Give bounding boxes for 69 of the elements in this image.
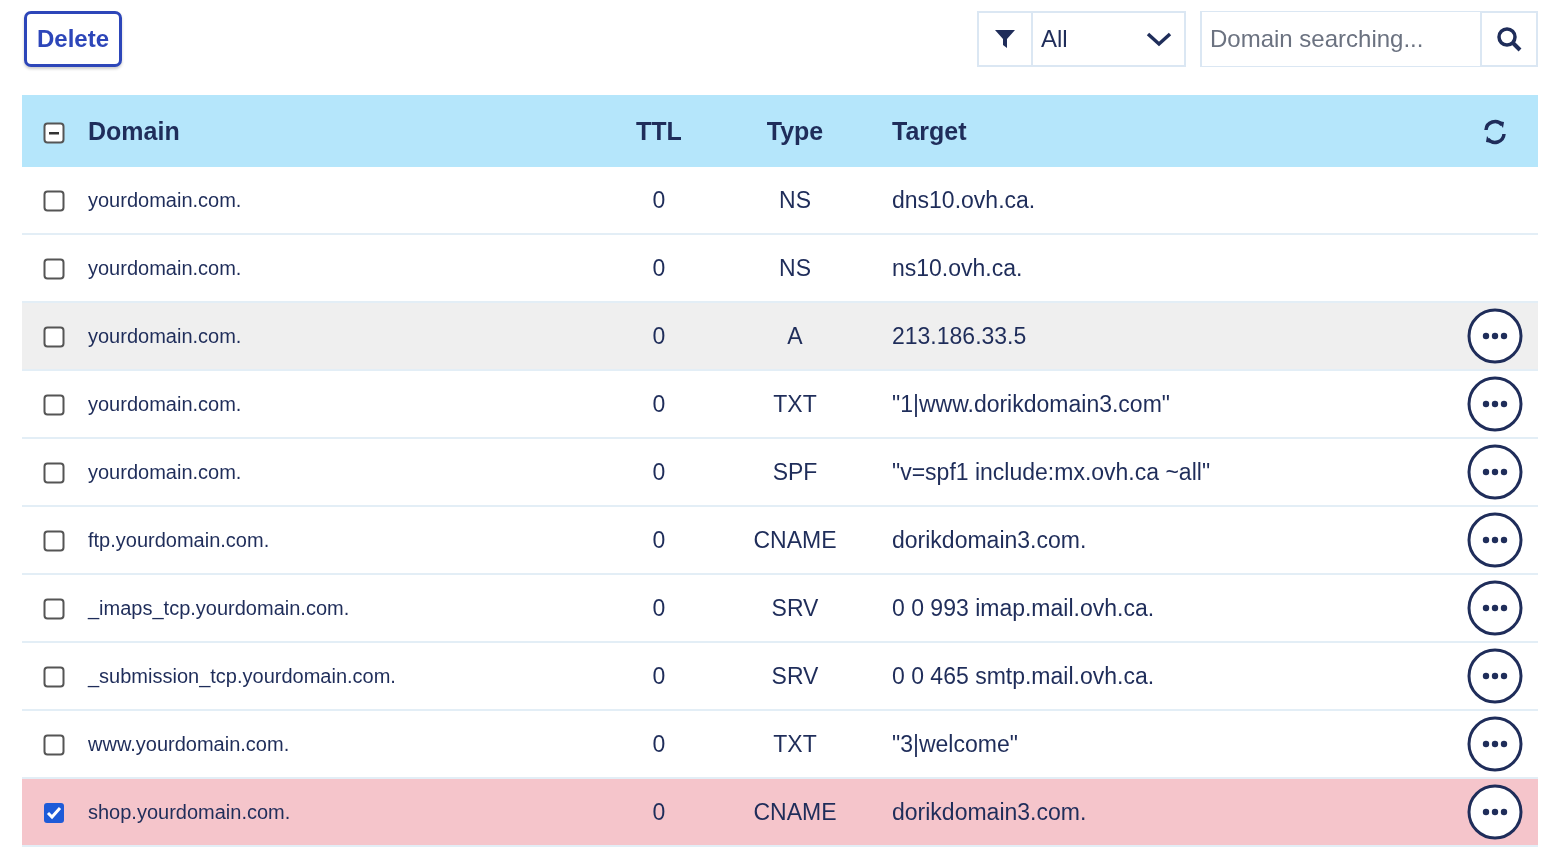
filter-dropdown[interactable]: All — [977, 10, 1186, 67]
select-all-checkbox[interactable] — [43, 121, 65, 144]
row-checkbox[interactable] — [43, 393, 65, 416]
ttl-cell: 0 — [652, 730, 666, 757]
target-cell: "v=spf1 include:mx.ovh.ca ~all" — [892, 458, 1211, 485]
domain-cell: shop.yourdomain.com. — [88, 800, 291, 823]
type-cell: CNAME — [753, 526, 837, 553]
search-icon[interactable] — [1496, 25, 1522, 52]
type-cell: TXT — [773, 730, 817, 757]
type-cell: SRV — [771, 662, 819, 689]
ttl-cell: 0 — [652, 594, 666, 621]
more-options-button[interactable] — [1467, 512, 1523, 568]
row-checkbox[interactable] — [43, 257, 65, 280]
row-checkbox[interactable] — [43, 597, 65, 620]
row-checkbox[interactable] — [43, 325, 65, 348]
column-header: Type — [766, 116, 824, 145]
target-cell: "1|www.dorikdomain3.com" — [892, 390, 1170, 417]
row-checkbox[interactable] — [43, 733, 65, 756]
type-cell: NS — [779, 186, 811, 213]
ttl-cell: 0 — [652, 322, 666, 349]
more-options-button[interactable] — [1467, 444, 1523, 500]
domain-cell: yourdomain.com. — [88, 460, 242, 483]
type-cell: SPF — [772, 458, 818, 485]
row-checkbox[interactable] — [43, 189, 65, 212]
search-field[interactable]: Domain searching... — [1200, 10, 1538, 67]
row-checkbox[interactable] — [43, 801, 65, 824]
more-options-button[interactable] — [1467, 784, 1523, 840]
row-checkbox[interactable] — [43, 529, 65, 552]
chevron-down-icon — [1146, 30, 1172, 47]
type-cell: TXT — [773, 390, 817, 417]
ttl-cell: 0 — [652, 662, 666, 689]
target-cell: ns10.ovh.ca. — [892, 254, 1023, 281]
domain-cell: ftp.yourdomain.com. — [88, 528, 270, 551]
target-cell: dorikdomain3.com. — [892, 798, 1087, 825]
type-cell: NS — [779, 254, 811, 281]
refresh-icon[interactable] — [1481, 118, 1509, 147]
domain-cell: yourdomain.com. — [88, 324, 242, 347]
target-cell: 0 0 465 smtp.mail.ovh.ca. — [892, 662, 1155, 689]
domain-cell: yourdomain.com. — [88, 188, 242, 211]
more-options-button[interactable] — [1467, 648, 1523, 704]
ttl-cell: 0 — [652, 254, 666, 281]
type-cell: CNAME — [753, 798, 837, 825]
column-header: Target — [892, 116, 967, 145]
target-cell: 213.186.33.5 — [892, 322, 1027, 349]
row-checkbox[interactable] — [43, 665, 65, 688]
row-checkbox[interactable] — [43, 461, 65, 484]
domain-cell: yourdomain.com. — [88, 392, 242, 415]
domain-cell: yourdomain.com. — [88, 256, 242, 279]
target-cell: dns10.ovh.ca. — [892, 186, 1036, 213]
target-cell: "3|welcome" — [892, 730, 1018, 757]
ttl-cell: 0 — [652, 458, 666, 485]
ttl-cell: 0 — [652, 390, 666, 417]
domain-cell: www.yourdomain.com. — [88, 732, 290, 755]
more-options-button[interactable] — [1467, 376, 1523, 432]
target-cell: dorikdomain3.com. — [892, 526, 1087, 553]
type-cell: A — [787, 322, 803, 349]
target-cell: 0 0 993 imap.mail.ovh.ca. — [892, 594, 1155, 621]
more-options-button[interactable] — [1467, 580, 1523, 636]
domain-cell: _submission_tcp.yourdomain.com. — [88, 664, 396, 687]
more-options-button[interactable] — [1467, 308, 1523, 364]
delete-button[interactable]: Delete — [24, 10, 123, 67]
ttl-cell: 0 — [652, 798, 666, 825]
domain-cell: _imaps_tcp.yourdomain.com. — [88, 596, 350, 619]
ttl-cell: 0 — [652, 526, 666, 553]
type-cell: SRV — [771, 594, 819, 621]
column-header: TTL — [636, 116, 682, 145]
more-options-button[interactable] — [1467, 716, 1523, 772]
ttl-cell: 0 — [652, 186, 666, 213]
column-header: Domain — [88, 116, 180, 145]
